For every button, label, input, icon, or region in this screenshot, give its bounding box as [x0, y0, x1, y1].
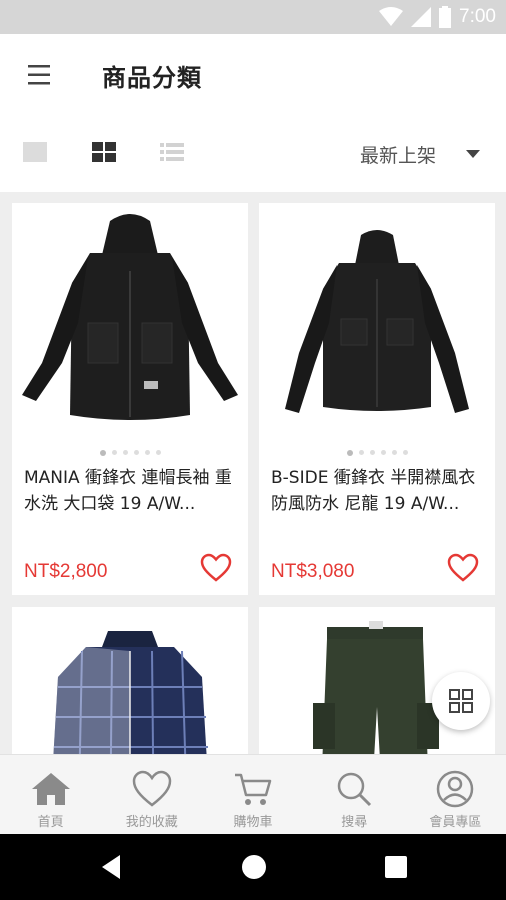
product-name[interactable]: B-SIDE 衝鋒衣 半開襟風衣 防風防水 尼龍 19 A/W... [271, 465, 485, 517]
grid-view-icon [92, 142, 116, 162]
image-pagination [259, 450, 495, 456]
home-circle-icon [242, 855, 266, 879]
heart-outline-icon [447, 553, 479, 582]
image-pagination [12, 450, 248, 456]
quick-menu-button[interactable] [432, 672, 490, 730]
product-grid: MANIA 衝鋒衣 連帽長袖 重水洗 大口袋 19 A/W... NT$2,80… [0, 192, 506, 754]
list-view-icon [160, 143, 184, 161]
status-time: 7:00 [459, 6, 496, 27]
menu-icon [28, 65, 50, 85]
cart-icon [235, 773, 272, 805]
page-title: 商品分類 [102, 64, 202, 92]
favorite-button[interactable] [447, 553, 479, 583]
product-image[interactable] [12, 203, 248, 443]
back-button[interactable] [98, 853, 126, 881]
user-icon [437, 770, 474, 808]
signal-icon [411, 7, 432, 27]
tab-favorites[interactable]: 我的收藏 [101, 755, 202, 834]
back-icon [102, 855, 120, 879]
product-card[interactable] [12, 607, 248, 754]
product-price: NT$3,080 [271, 561, 355, 582]
wifi-icon [379, 7, 404, 26]
product-price: NT$2,800 [24, 561, 108, 582]
tab-label: 首頁 [37, 815, 64, 830]
dropdown-arrow-icon [466, 150, 480, 158]
system-nav-bar [0, 834, 506, 900]
status-bar: 7:00 [0, 0, 506, 34]
bottom-tab-bar: 首頁 我的收藏 購物車 搜尋 會員專區 [0, 754, 506, 834]
tab-label: 我的收藏 [125, 815, 178, 830]
recents-button[interactable] [382, 853, 410, 881]
product-image[interactable] [12, 607, 248, 754]
single-view-button[interactable] [22, 140, 50, 166]
search-icon [337, 772, 372, 807]
product-name[interactable]: MANIA 衝鋒衣 連帽長袖 重水洗 大口袋 19 A/W... [24, 465, 238, 517]
tab-label: 購物車 [233, 815, 273, 830]
app-bar: 商品分類 [0, 34, 506, 116]
recents-icon [385, 856, 407, 878]
home-icon [31, 773, 70, 805]
tab-label: 會員專區 [429, 815, 482, 830]
tab-home[interactable]: 首頁 [0, 755, 101, 834]
view-sort-toolbar: 最新上架 [0, 116, 506, 192]
home-nav-button[interactable] [240, 853, 268, 881]
favorite-button[interactable] [200, 553, 232, 583]
product-card[interactable]: MANIA 衝鋒衣 連帽長袖 重水洗 大口袋 19 A/W... NT$2,80… [12, 203, 248, 595]
tab-label: 搜尋 [341, 815, 368, 830]
list-view-button[interactable] [158, 140, 186, 166]
battery-icon [439, 6, 452, 28]
heart-outline-icon [200, 553, 232, 582]
tab-cart[interactable]: 購物車 [202, 755, 303, 834]
menu-button[interactable] [22, 62, 56, 88]
sort-label: 最新上架 [359, 144, 436, 167]
apps-grid-icon [449, 689, 473, 713]
tab-member[interactable]: 會員專區 [405, 755, 506, 834]
single-view-icon [23, 142, 47, 162]
heart-icon [132, 770, 172, 807]
sort-dropdown[interactable]: 最新上架 [360, 140, 480, 168]
product-card[interactable]: B-SIDE 衝鋒衣 半開襟風衣 防風防水 尼龍 19 A/W... NT$3,… [259, 203, 495, 595]
tab-search[interactable]: 搜尋 [304, 755, 405, 834]
product-image[interactable] [259, 203, 495, 443]
grid-view-button[interactable] [90, 140, 118, 166]
